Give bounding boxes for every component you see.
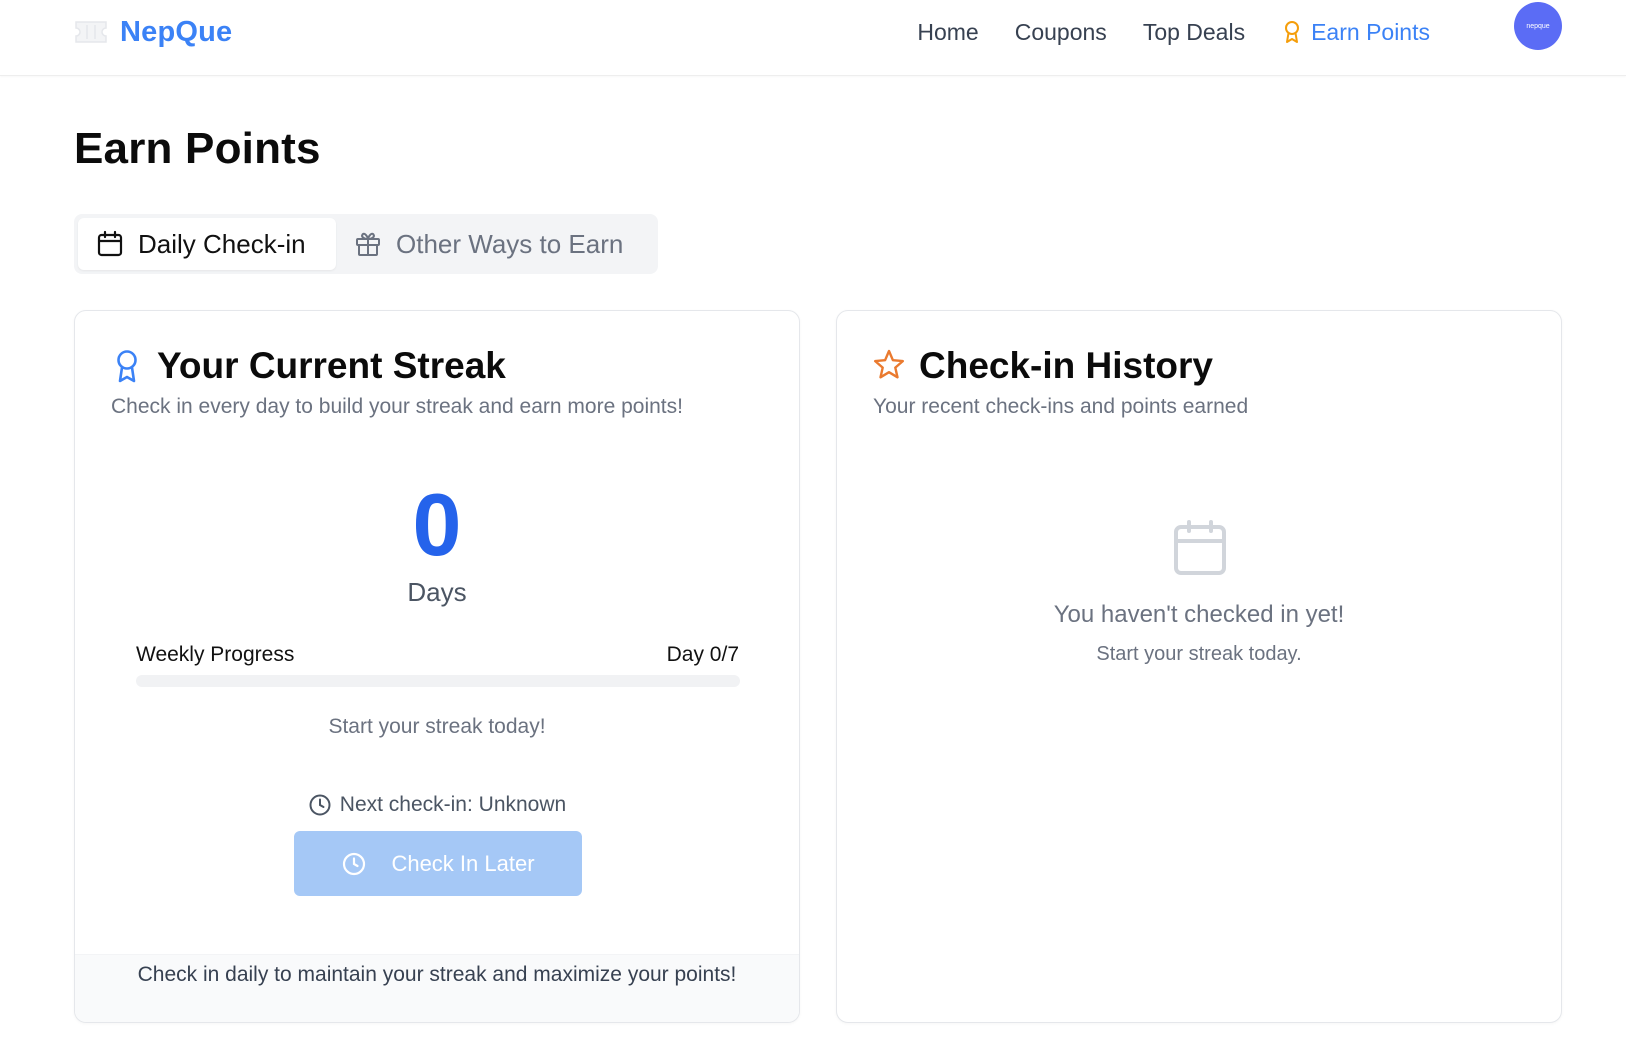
history-card-description: Your recent check-ins and points earned xyxy=(873,395,1249,418)
top-navbar: NepQue Home Coupons Top Deals Earn Point… xyxy=(0,0,1626,76)
streak-card-description: Check in every day to build your streak … xyxy=(111,395,683,418)
streak-message: Start your streak today! xyxy=(328,715,546,738)
streak-card-footer: Check in daily to maintain your streak a… xyxy=(75,954,799,1022)
tab-daily-check-in-label: Daily Check-in xyxy=(138,228,306,259)
history-empty-subtitle: Start your streak today. xyxy=(1096,643,1302,665)
nav-coupons[interactable]: Coupons xyxy=(1015,19,1107,46)
streak-unit: Days xyxy=(407,577,467,607)
history-card: Check-in History Your recent check-ins a… xyxy=(836,310,1562,1023)
award-icon xyxy=(1285,21,1300,43)
streak-count: 0 xyxy=(412,475,462,574)
tab-daily-check-in[interactable]: Daily Check-in xyxy=(78,218,336,270)
award-icon xyxy=(117,350,137,383)
avatar-text: nepque xyxy=(1526,22,1550,30)
history-card-title: Check-in History xyxy=(919,345,1214,386)
nav-home-label: Home xyxy=(917,18,979,45)
streak-footer-text: Check in daily to maintain your streak a… xyxy=(137,963,737,986)
page-title: Earn Points xyxy=(74,124,321,173)
weekly-progress-label: Weekly Progress xyxy=(136,643,295,666)
next-checkin-info: Next check-in: Unknown xyxy=(75,793,799,817)
star-icon xyxy=(874,349,904,379)
next-checkin-text: Next check-in: Unknown xyxy=(339,793,567,816)
tab-other-ways[interactable]: Other Ways to Earn xyxy=(336,218,641,270)
weekly-progress-bar xyxy=(136,675,740,687)
nav-coupons-label: Coupons xyxy=(1014,18,1107,45)
nav-earn-points-label: Earn Points xyxy=(1311,18,1430,45)
streak-card-title: Your Current Streak xyxy=(157,345,506,386)
history-card-header: Check-in History xyxy=(873,345,1213,387)
earn-tabs: Daily Check-in Other Ways to Earn xyxy=(74,214,658,274)
clock-icon xyxy=(343,852,366,875)
nav-top-deals[interactable]: Top Deals xyxy=(1143,19,1245,46)
avatar[interactable]: nepque xyxy=(1514,2,1562,50)
brand-name: NepQue xyxy=(120,15,233,48)
brand-link[interactable]: NepQue xyxy=(74,12,232,52)
calendar-icon xyxy=(97,230,123,257)
weekly-progress-count: Day 0/7 xyxy=(666,643,739,666)
streak-card: Your Current Streak Check in every day t… xyxy=(74,310,800,1023)
check-in-button[interactable]: Check In Later xyxy=(294,831,582,896)
check-in-button-label: Check In Later xyxy=(391,850,535,876)
history-empty-title: You haven't checked in yet! xyxy=(1053,601,1345,628)
main-nav: Home Coupons Top Deals Earn Points xyxy=(917,12,1430,52)
nav-home[interactable]: Home xyxy=(917,19,978,46)
nav-top-deals-label: Top Deals xyxy=(1142,18,1246,45)
streak-card-header: Your Current Streak xyxy=(111,345,506,387)
clock-icon xyxy=(309,794,331,816)
nav-earn-points[interactable]: Earn Points xyxy=(1281,19,1430,46)
ticket-icon xyxy=(75,21,107,43)
gift-icon xyxy=(356,232,380,256)
tab-other-ways-label: Other Ways to Earn xyxy=(396,228,624,259)
calendar-icon xyxy=(1174,520,1226,575)
